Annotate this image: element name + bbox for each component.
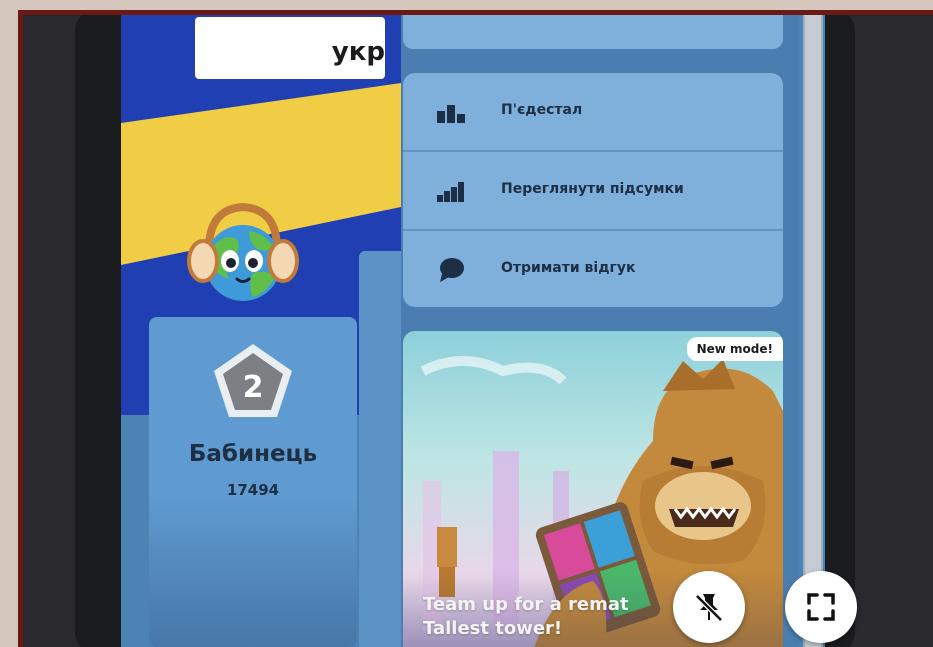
fullscreen-button[interactable] bbox=[785, 571, 857, 643]
player-score: 17494 bbox=[226, 481, 280, 499]
quiz-title: укр bbox=[331, 37, 385, 67]
screen: укр 2 Бабинець 17494 П'єдестал Перегляну… bbox=[23, 15, 933, 647]
bar-chart-icon bbox=[437, 182, 464, 202]
menu-item-view-summary[interactable]: Переглянути підсумки bbox=[403, 150, 783, 228]
earth-avatar-icon bbox=[187, 202, 299, 301]
previous-card-edge bbox=[403, 15, 783, 49]
promo-caption-line2: Tallest tower! bbox=[423, 618, 563, 639]
menu-item-label: Переглянути підсумки bbox=[501, 181, 684, 197]
podium-stage: укр 2 Бабинець 17494 bbox=[121, 15, 401, 647]
results-menu: П'єдестал Переглянути підсумки Отримати … bbox=[403, 73, 783, 307]
rank-number: 2 bbox=[243, 370, 264, 405]
promo-caption: Team up for a remat Tallest tower! bbox=[423, 593, 629, 641]
quiz-title-card: укр bbox=[195, 17, 385, 79]
app-viewport: укр 2 Бабинець 17494 П'єдестал Перегляну… bbox=[121, 15, 825, 647]
menu-item-label: П'єдестал bbox=[501, 102, 583, 118]
menu-item-label: Отримати відгук bbox=[501, 260, 636, 276]
podium-pillar-first bbox=[359, 251, 401, 647]
fullscreen-icon bbox=[807, 593, 835, 621]
menu-item-get-feedback[interactable]: Отримати відгук bbox=[403, 229, 783, 307]
rank-pentagon-icon: 2 bbox=[214, 344, 292, 417]
menu-item-podium[interactable]: П'єдестал bbox=[403, 73, 783, 149]
scrollbar-thumb[interactable] bbox=[805, 15, 821, 647]
chat-bubble-icon bbox=[440, 258, 464, 282]
menu-panel: П'єдестал Переглянути підсумки Отримати … bbox=[401, 15, 799, 647]
unpin-icon bbox=[695, 594, 723, 622]
podium-icon bbox=[437, 105, 465, 123]
podium-pillar-second: 2 Бабинець 17494 bbox=[149, 317, 357, 647]
photo-frame: укр 2 Бабинець 17494 П'єдестал Перегляну… bbox=[18, 10, 933, 647]
pillar-shade bbox=[149, 497, 357, 647]
unpin-button[interactable] bbox=[673, 571, 745, 643]
promo-caption-line1: Team up for a remat bbox=[423, 594, 629, 615]
new-mode-badge: New mode! bbox=[686, 337, 783, 361]
player-name: Бабинець bbox=[188, 441, 318, 467]
